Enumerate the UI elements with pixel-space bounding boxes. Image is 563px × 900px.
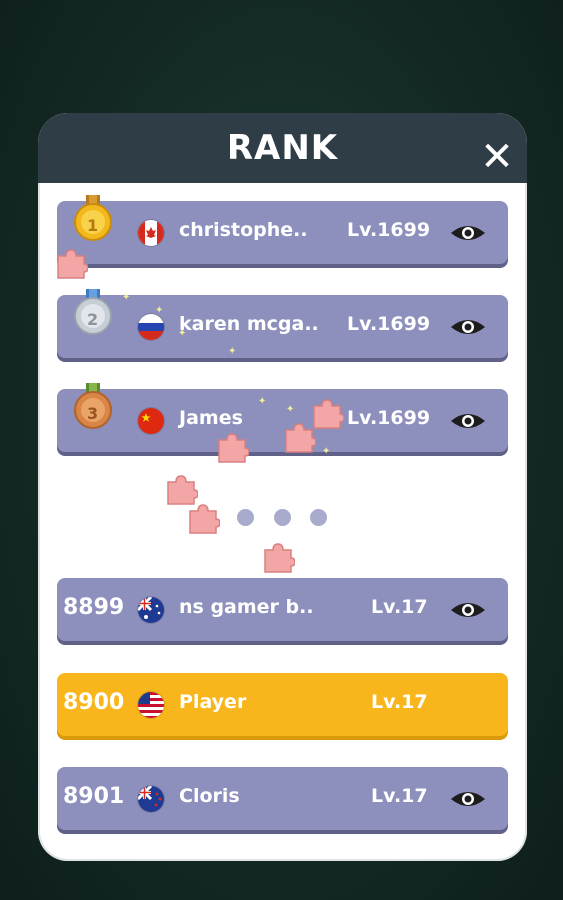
close-button[interactable]: ✕ [477, 137, 517, 177]
china-flag-icon [138, 408, 164, 434]
eye-icon[interactable] [449, 787, 487, 811]
player-name: Cloris [179, 785, 240, 807]
rank-row-player: 8900 Player Lv.17 [57, 673, 508, 736]
player-name: christophe.. [179, 219, 308, 241]
canada-flag-icon [138, 220, 164, 246]
player-level: Lv.17 [371, 785, 428, 807]
eye-icon[interactable] [449, 315, 487, 339]
dot [310, 509, 327, 526]
player-level: Lv.1699 [347, 219, 431, 241]
eye-icon[interactable] [449, 409, 487, 433]
eye-icon[interactable] [449, 221, 487, 245]
player-level: Lv.1699 [347, 313, 431, 335]
australia-flag-icon [138, 597, 164, 623]
medal-rank-number: 3 [87, 404, 99, 423]
rank-row-8899: 8899 ns gamer b.. Lv.17 [57, 578, 508, 641]
player-level: Lv.17 [371, 596, 428, 618]
dot [274, 509, 291, 526]
medal-rank-number: 2 [87, 310, 99, 329]
ellipsis-separator [237, 509, 332, 529]
rank-panel: RANK ✕ 1 christophe.. Lv.1699 2 karen mc… [38, 113, 527, 861]
rank-row-1: 1 christophe.. Lv.1699 [57, 195, 508, 264]
rank-number: 8899 [63, 595, 125, 620]
player-name: ns gamer b.. [179, 596, 314, 618]
player-level: Lv.17 [371, 691, 428, 713]
dot [237, 509, 254, 526]
panel-title: RANK [226, 128, 339, 168]
close-icon: ✕ [480, 134, 514, 180]
player-name: Player [179, 691, 247, 713]
rank-row-8901: 8901 Cloris Lv.17 [57, 767, 508, 830]
russia-flag-icon [138, 314, 164, 340]
medal-rank-number: 1 [87, 216, 99, 235]
player-name: James [179, 407, 243, 429]
player-name: karen mcga.. [179, 313, 319, 335]
panel-header: RANK ✕ [38, 113, 527, 183]
rank-number: 8901 [63, 784, 125, 809]
new-zealand-flag-icon [138, 786, 164, 812]
eye-icon[interactable] [449, 598, 487, 622]
rank-row-3: 3 James Lv.1699 [57, 383, 508, 452]
usa-flag-icon [138, 692, 164, 718]
rank-number: 8900 [63, 690, 125, 715]
player-level: Lv.1699 [347, 407, 431, 429]
rank-row-2: 2 karen mcga.. Lv.1699 [57, 289, 508, 358]
